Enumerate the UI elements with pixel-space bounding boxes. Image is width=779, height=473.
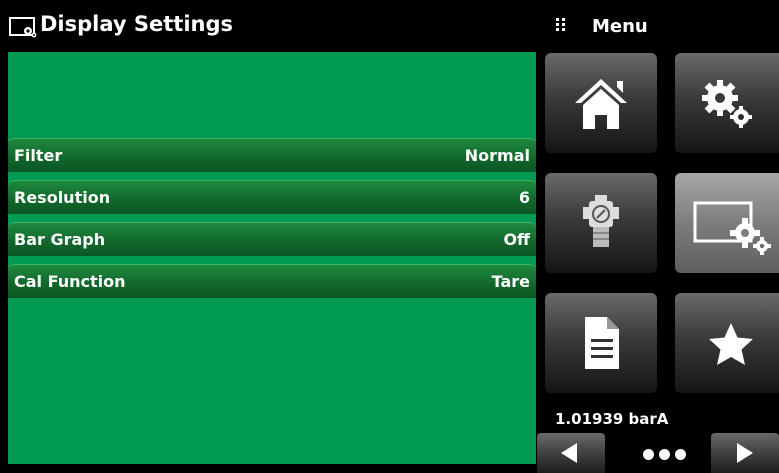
pressure-gauge-icon — [583, 195, 619, 247]
grid-dots-icon — [556, 18, 566, 32]
previous-page-button[interactable] — [537, 433, 605, 473]
document-icon — [585, 317, 619, 369]
arrow-right-icon — [737, 443, 753, 463]
setting-label: Bar Graph — [14, 230, 106, 249]
setting-value: Tare — [491, 272, 530, 291]
settings-panel: Filter Normal Resolution 6 Bar Graph Off… — [8, 52, 536, 464]
documents-button[interactable] — [545, 293, 657, 393]
arrow-left-icon — [561, 443, 577, 463]
setting-row-resolution[interactable]: Resolution 6 — [8, 180, 536, 214]
setting-row-cal-function[interactable]: Cal Function Tare — [8, 264, 536, 298]
setting-value: Off — [503, 230, 530, 249]
home-button[interactable] — [545, 53, 657, 153]
page-dots-icon — [641, 447, 691, 463]
menu-label: Menu — [592, 16, 648, 37]
display-settings-icon — [9, 17, 37, 38]
display-settings-button[interactable] — [675, 173, 779, 273]
star-icon — [709, 323, 753, 365]
favorites-button[interactable] — [675, 293, 779, 393]
setting-label: Cal Function — [14, 272, 126, 291]
setting-value: Normal — [464, 146, 530, 165]
settings-button[interactable] — [675, 53, 779, 153]
setting-value: 6 — [518, 188, 530, 207]
pressure-control-button[interactable] — [545, 173, 657, 273]
display-settings-icon — [693, 201, 771, 255]
settings-gears-icon — [702, 80, 752, 128]
pressure-reading: 1.01939 barA — [555, 410, 669, 428]
page-title: Display Settings — [40, 12, 234, 36]
setting-row-filter[interactable]: Filter Normal — [8, 138, 536, 172]
home-icon — [575, 79, 627, 129]
title-bar: Display Settings — [0, 0, 540, 52]
setting-label: Filter — [14, 146, 63, 165]
setting-label: Resolution — [14, 188, 111, 207]
setting-row-bar-graph[interactable]: Bar Graph Off — [8, 222, 536, 256]
next-page-button[interactable] — [711, 433, 779, 473]
